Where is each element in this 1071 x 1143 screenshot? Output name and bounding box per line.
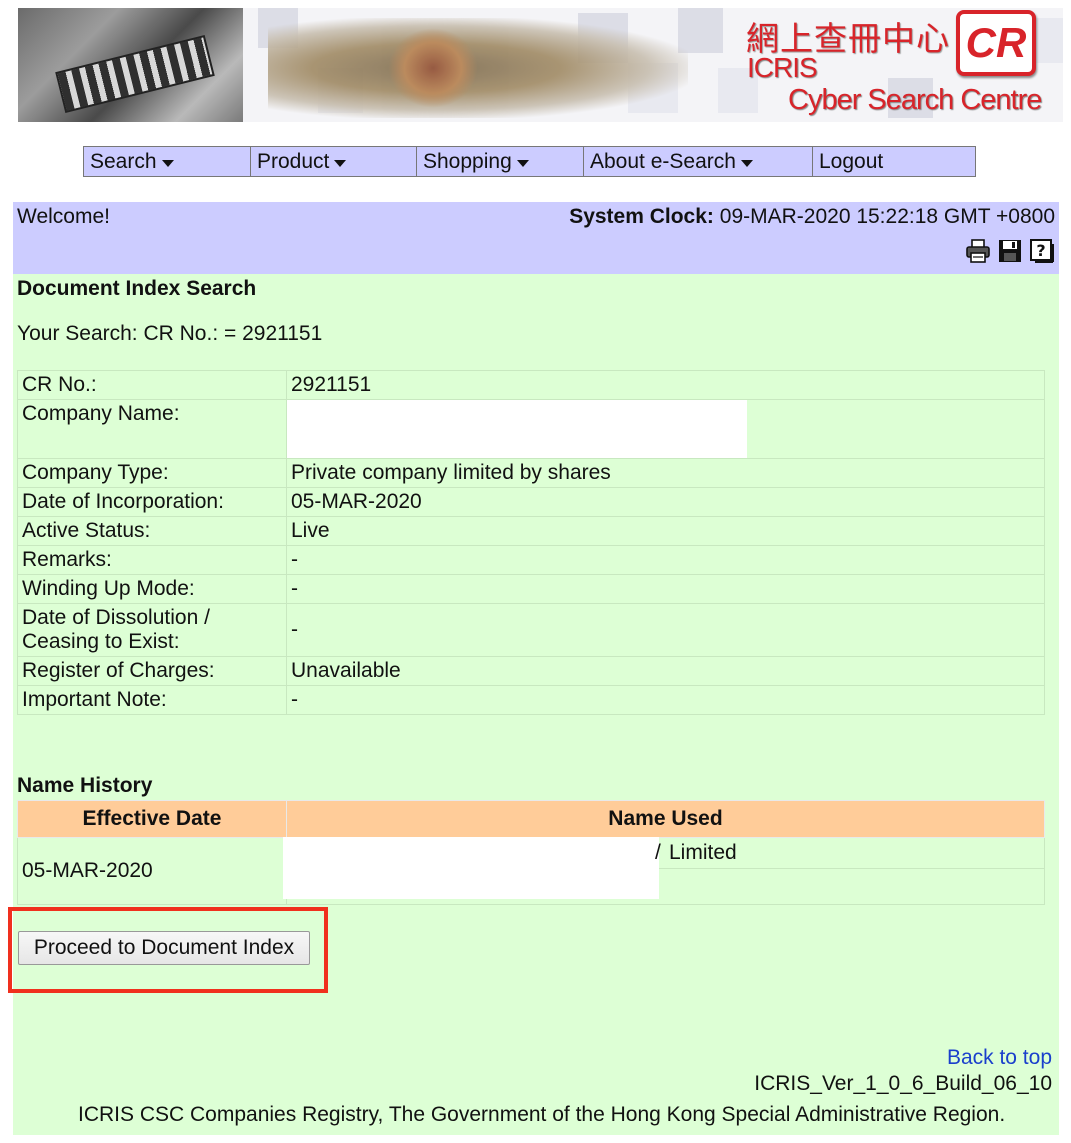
row-label: Remarks: (17, 545, 287, 575)
nav-about-label: About e-Search (590, 150, 736, 173)
row-label: Date of Dissolution / Ceasing to Exist: (17, 603, 287, 657)
name-history-table: Effective Date Name Used 05-MAR-2020 / L… (17, 800, 1045, 905)
system-clock-label: System Clock: (569, 205, 714, 228)
nav-product[interactable]: Product (251, 147, 417, 176)
cr-logo-badge: CR (956, 10, 1036, 76)
chevron-down-icon (334, 159, 347, 167)
row-label: Important Note: (17, 685, 287, 715)
logo-subtitle: Cyber Search Centre (788, 84, 1042, 116)
redacted-company-name (287, 400, 747, 458)
chevron-down-icon (516, 159, 529, 167)
row-value: 05-MAR-2020 (286, 487, 1045, 517)
effective-date-cell: 05-MAR-2020 (17, 837, 287, 905)
company-name-value (286, 399, 1045, 459)
main-nav: Search Product Shopping About e-Search L… (83, 146, 976, 177)
name-used-prefix-fragment: / (655, 841, 661, 864)
chevron-down-icon (161, 159, 174, 167)
footer-copyright: ICRIS CSC Companies Registry, The Govern… (78, 1103, 1006, 1126)
table-row: Winding Up Mode: - (17, 574, 1045, 604)
table-header-row: Effective Date Name Used (17, 800, 1045, 838)
row-label: Winding Up Mode: (17, 574, 287, 604)
row-value: Live (286, 516, 1045, 546)
nav-search-label: Search (90, 150, 157, 173)
row-label: Company Name: (17, 399, 287, 459)
row-value: 2921151 (286, 370, 1045, 400)
nav-logout-label: Logout (819, 150, 884, 173)
row-label: Company Type: (17, 458, 287, 488)
nav-shopping-label: Shopping (423, 150, 512, 173)
table-row: CR No.: 2921151 (17, 370, 1045, 400)
system-clock-value: 09-MAR-2020 15:22:18 GMT +0800 (719, 205, 1055, 228)
row-value: Unavailable (286, 656, 1045, 686)
welcome-bar: Welcome! System Clock: 09-MAR-2020 15:22… (13, 202, 1059, 274)
row-label: CR No.: (17, 370, 287, 400)
back-to-top-link[interactable]: Back to top (947, 1046, 1052, 1070)
row-label: Date of Incorporation: (17, 487, 287, 517)
row-value: - (286, 603, 1045, 657)
table-row: Remarks: - (17, 545, 1045, 575)
search-summary: Your Search: CR No.: = 2921151 (17, 322, 323, 345)
table-row: 05-MAR-2020 / Limited (17, 836, 1045, 905)
redacted-name (283, 837, 659, 899)
name-history-title: Name History (17, 774, 153, 797)
row-value: Private company limited by shares (286, 458, 1045, 488)
toolbar-icons: ? (965, 238, 1055, 264)
name-used-visible-text: Limited (669, 841, 737, 864)
table-row: Company Name: (17, 399, 1045, 459)
people-photo (268, 18, 688, 118)
row-label: Active Status: (17, 516, 287, 546)
table-row: Date of Dissolution / Ceasing to Exist: … (17, 603, 1045, 657)
chevron-down-icon (740, 159, 753, 167)
nav-shopping[interactable]: Shopping (417, 147, 584, 176)
help-icon[interactable]: ? (1029, 238, 1055, 264)
name-used-cell: / Limited (283, 836, 1045, 899)
printer-icon[interactable] (965, 238, 991, 264)
table-row: Active Status: Live (17, 516, 1045, 546)
column-header-effective-date: Effective Date (17, 800, 287, 838)
proceed-to-document-index-button[interactable]: Proceed to Document Index (18, 931, 310, 965)
svg-text:?: ? (1036, 241, 1045, 260)
company-info-table: CR No.: 2921151 Company Name: Company Ty… (17, 370, 1045, 715)
main-content: Document Index Search Your Search: CR No… (8, 274, 1059, 1135)
tram-photo (18, 8, 243, 122)
row-value: - (286, 545, 1045, 575)
logo-icris-text: ICRIS (747, 52, 818, 83)
nav-logout[interactable]: Logout (813, 147, 975, 176)
table-row: Date of Incorporation: 05-MAR-2020 (17, 487, 1045, 517)
column-header-name-used: Name Used (286, 800, 1045, 838)
welcome-text: Welcome! (17, 205, 110, 228)
nav-search[interactable]: Search (84, 147, 251, 176)
table-row: Important Note: - (17, 685, 1045, 715)
page-title: Document Index Search (17, 277, 257, 300)
version-text: ICRIS_Ver_1_0_6_Build_06_10 (754, 1072, 1052, 1095)
table-row: Register of Charges: Unavailable (17, 656, 1045, 686)
system-clock: System Clock: 09-MAR-2020 15:22:18 GMT +… (569, 205, 1055, 229)
row-value: - (286, 685, 1045, 715)
row-label: Register of Charges: (17, 656, 287, 686)
site-banner: 網上查冊中心 CR ICRIS Cyber Search Centre (18, 8, 1063, 122)
row-value: - (286, 574, 1045, 604)
table-row: Company Type: Private company limited by… (17, 458, 1045, 488)
nav-about[interactable]: About e-Search (584, 147, 813, 176)
nav-product-label: Product (257, 150, 330, 173)
save-icon[interactable] (997, 238, 1023, 264)
